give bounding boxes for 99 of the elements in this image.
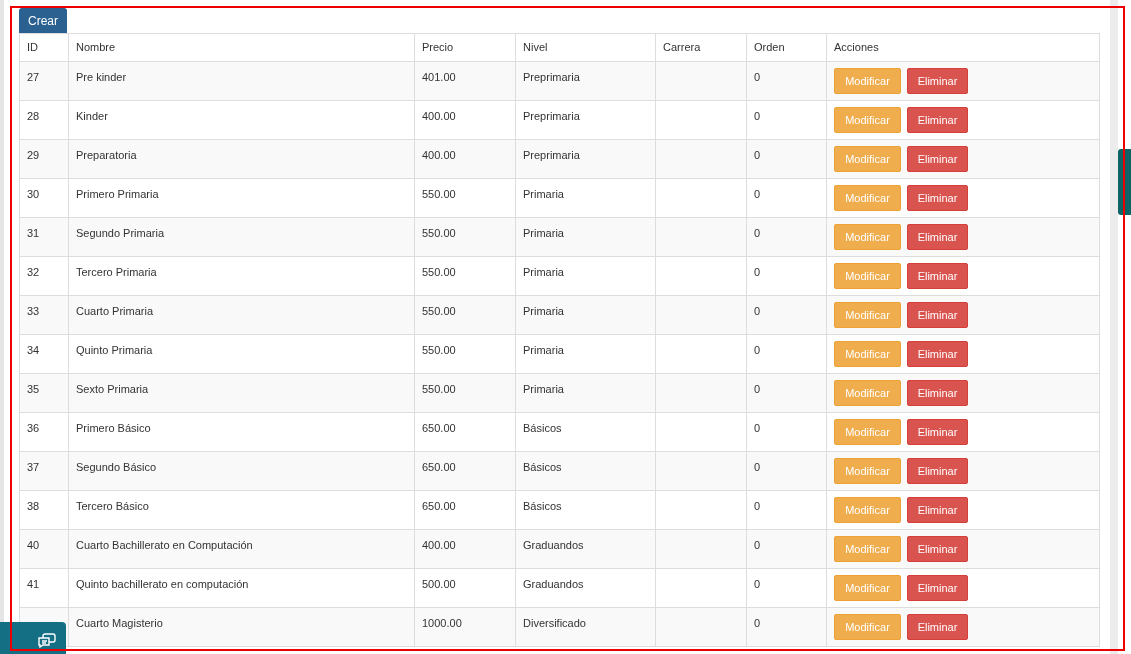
table-cell: Básicos bbox=[523, 461, 562, 473]
table-cell: Cuarto Magisterio bbox=[76, 617, 163, 629]
delete-button[interactable]: Eliminar bbox=[907, 536, 968, 562]
delete-button[interactable]: Eliminar bbox=[907, 341, 968, 367]
table-cell: Primaria bbox=[523, 227, 564, 239]
table-cell: Primero Primaria bbox=[76, 188, 159, 200]
table-cell: 0 bbox=[754, 227, 761, 239]
delete-button[interactable]: Eliminar bbox=[907, 380, 968, 406]
table-cell: Primaria bbox=[523, 344, 564, 356]
table-cell: Primaria bbox=[523, 266, 564, 278]
table-cell: Quinto bachillerato en computación bbox=[76, 578, 249, 590]
delete-button[interactable]: Eliminar bbox=[907, 458, 968, 484]
table-cell: 0 bbox=[754, 539, 761, 551]
delete-button[interactable]: Eliminar bbox=[907, 575, 968, 601]
table-cell: Segundo Básico bbox=[76, 461, 157, 473]
table-cell: Preparatoria bbox=[76, 149, 137, 161]
table-cell: 1000.00 bbox=[422, 617, 462, 629]
table-cell: 0 bbox=[754, 344, 761, 356]
table-cell: 29 bbox=[27, 149, 40, 161]
create-button[interactable]: Crear bbox=[19, 8, 67, 33]
table-cell: 650.00 bbox=[422, 461, 456, 473]
table-cell: 500.00 bbox=[422, 578, 456, 590]
table-cell: Básicos bbox=[523, 422, 562, 434]
table-cell: 550.00 bbox=[422, 344, 456, 356]
table-cell: 40 bbox=[27, 539, 40, 551]
delete-button[interactable]: Eliminar bbox=[907, 263, 968, 289]
delete-button[interactable]: Eliminar bbox=[907, 302, 968, 328]
column-header: Precio bbox=[422, 41, 454, 54]
table-cell: Primero Básico bbox=[76, 422, 151, 434]
table-cell: 0 bbox=[754, 578, 761, 590]
table-cell: Graduandos bbox=[523, 578, 584, 590]
delete-button[interactable]: Eliminar bbox=[907, 419, 968, 445]
table-cell: Preprimaria bbox=[523, 149, 580, 161]
table-cell: Preprimaria bbox=[523, 71, 580, 83]
table-cell: 550.00 bbox=[422, 188, 456, 200]
chat-icon bbox=[38, 633, 56, 648]
table-cell: 550.00 bbox=[422, 383, 456, 395]
table-cell: Primaria bbox=[523, 383, 564, 395]
table-cell: Básicos bbox=[523, 500, 562, 512]
table-cell: 0 bbox=[754, 617, 761, 629]
table-cell: Primaria bbox=[523, 188, 564, 200]
table-cell: Segundo Primaria bbox=[76, 227, 165, 239]
table-cell: Diversificado bbox=[523, 617, 586, 629]
table-cell: Graduandos bbox=[523, 539, 584, 551]
table-cell: 650.00 bbox=[422, 500, 456, 512]
table-cell: 28 bbox=[27, 110, 40, 122]
table-cell: 34 bbox=[27, 344, 40, 356]
table-cell: 32 bbox=[27, 266, 40, 278]
table-cell: 400.00 bbox=[422, 110, 456, 122]
table-cell: 0 bbox=[754, 500, 761, 512]
table-cell: 36 bbox=[27, 422, 40, 434]
table-cell: 550.00 bbox=[422, 227, 456, 239]
delete-button[interactable]: Eliminar bbox=[907, 497, 968, 523]
table-cell: 0 bbox=[754, 110, 761, 122]
table-cell: Sexto Primaria bbox=[76, 383, 149, 395]
table-cell: 0 bbox=[754, 149, 761, 161]
table-cell: Primaria bbox=[523, 305, 564, 317]
table-cell: Cuarto Bachillerato en Computación bbox=[76, 539, 253, 551]
table-cell: 38 bbox=[27, 500, 40, 512]
delete-button[interactable]: Eliminar bbox=[907, 224, 968, 250]
table-cell: 0 bbox=[754, 461, 761, 473]
table-cell: Cuarto Primaria bbox=[76, 305, 154, 317]
column-header: Orden bbox=[754, 41, 785, 54]
delete-button[interactable]: Eliminar bbox=[907, 146, 968, 172]
column-header: Carrera bbox=[663, 41, 701, 54]
table-cell: Tercero Primaria bbox=[76, 266, 157, 278]
delete-button[interactable]: Eliminar bbox=[907, 107, 968, 133]
table-cell: 37 bbox=[27, 461, 40, 473]
column-header: Nombre bbox=[76, 41, 116, 54]
table-cell: 31 bbox=[27, 227, 40, 239]
delete-button[interactable]: Eliminar bbox=[907, 68, 968, 94]
table-cell: 400.00 bbox=[422, 149, 456, 161]
table-cell: 650.00 bbox=[422, 422, 456, 434]
delete-button[interactable]: Eliminar bbox=[907, 614, 968, 640]
table-cell: 0 bbox=[754, 305, 761, 317]
table-cell: 33 bbox=[27, 305, 40, 317]
table-cell: Kinder bbox=[76, 110, 108, 122]
table-cell: 0 bbox=[754, 383, 761, 395]
table-cell: 30 bbox=[27, 188, 40, 200]
table-cell: 0 bbox=[754, 266, 761, 278]
table-cell: 0 bbox=[754, 188, 761, 200]
table-cell: 0 bbox=[754, 422, 761, 434]
table-cell: 400.00 bbox=[422, 539, 456, 551]
column-header: Acciones bbox=[834, 41, 879, 54]
table-cell: Preprimaria bbox=[523, 110, 580, 122]
column-header: Nivel bbox=[523, 41, 548, 54]
table-cell: 41 bbox=[27, 578, 40, 590]
table-cell: 35 bbox=[27, 383, 40, 395]
table-cell: Tercero Básico bbox=[76, 500, 149, 512]
table-cell: 550.00 bbox=[422, 305, 456, 317]
table-cell: 27 bbox=[27, 71, 40, 83]
chat-button[interactable] bbox=[0, 622, 66, 654]
delete-button[interactable]: Eliminar bbox=[907, 185, 968, 211]
table-cell: 0 bbox=[754, 71, 761, 83]
table-cell: Pre kinder bbox=[76, 71, 127, 83]
column-header: ID bbox=[27, 41, 38, 54]
table-cell: Quinto Primaria bbox=[76, 344, 153, 356]
table-cell: 401.00 bbox=[422, 71, 456, 83]
table-cell: 550.00 bbox=[422, 266, 456, 278]
